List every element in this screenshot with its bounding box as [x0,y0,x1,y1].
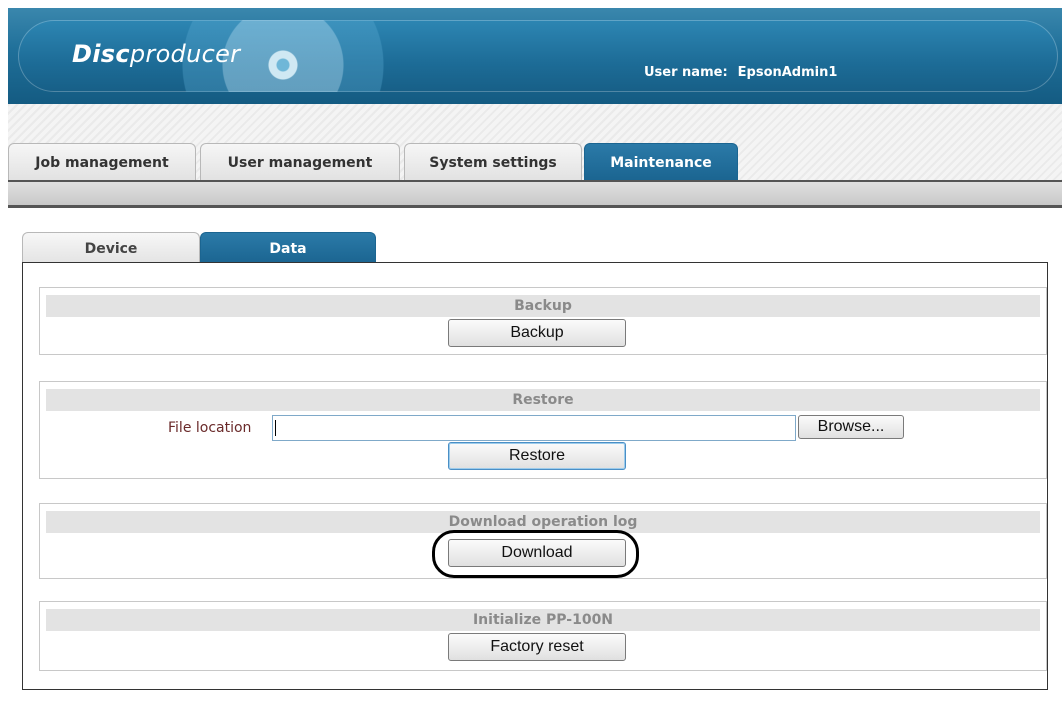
tab-underline-bar [8,180,1062,208]
tab-user-management[interactable]: User management [200,143,400,180]
logo-disc-text: Disc [72,40,130,68]
download-log-section: Download operation log Download [39,503,1047,579]
subtab-device[interactable]: Device [22,232,200,263]
backup-section: Backup Backup [39,287,1047,355]
tab-system-settings[interactable]: System settings [404,143,582,180]
initialize-title: Initialize PP-100N [46,609,1040,631]
header-banner: Discproducer User name: EpsonAdmin1 [18,20,1058,92]
app-logo: Discproducer [72,40,240,68]
tab-maintenance[interactable]: Maintenance [584,143,738,180]
backup-title: Backup [46,295,1040,317]
user-name-value: EpsonAdmin1 [737,65,838,80]
file-location-label: File location [168,420,252,436]
subtab-data[interactable]: Data [200,232,376,263]
restore-section: Restore File location Browse... Restore [39,381,1047,479]
restore-title: Restore [46,389,1040,411]
user-info: User name: EpsonAdmin1 [644,65,847,80]
text-caret [275,420,276,436]
tab-job-management[interactable]: Job management [8,143,196,180]
factory-reset-button[interactable]: Factory reset [448,633,626,661]
restore-button[interactable]: Restore [448,442,626,470]
file-location-input[interactable] [272,415,796,441]
backup-button[interactable]: Backup [448,319,626,347]
app-header: Discproducer User name: EpsonAdmin1 [8,8,1062,104]
download-log-title: Download operation log [46,511,1040,533]
initialize-section: Initialize PP-100N Factory reset [39,601,1047,671]
browse-button[interactable]: Browse... [798,415,904,439]
user-name-label: User name: [644,65,728,80]
logo-producer-text: producer [129,40,241,68]
data-panel: Backup Backup Restore File location Brow… [22,262,1048,690]
download-button[interactable]: Download [448,539,626,567]
